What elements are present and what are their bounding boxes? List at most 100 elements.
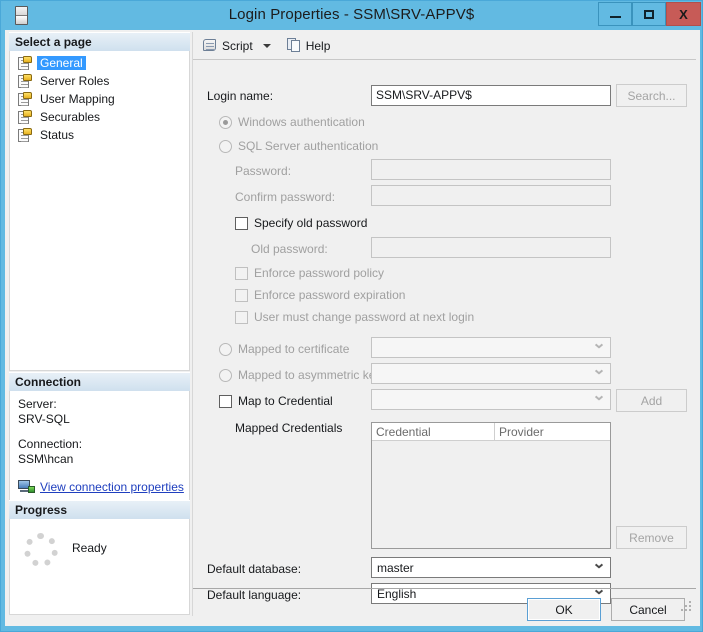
old-password-label: Old password: xyxy=(251,242,328,256)
dialog-client-area: Select a page General Server Roles User … xyxy=(5,30,700,626)
mapped-credentials-label: Mapped Credentials xyxy=(235,421,343,435)
minimize-icon xyxy=(609,15,621,18)
must-change-password-checkbox[interactable]: User must change password at next login xyxy=(235,306,474,328)
mapped-credentials-label-row: Mapped Credentials xyxy=(235,417,342,439)
sql-authentication-radio[interactable]: SQL Server authentication xyxy=(219,135,378,157)
column-header-credential[interactable]: Credential xyxy=(372,423,495,441)
mapped-to-certificate-dropdown[interactable] xyxy=(371,337,611,358)
enforce-password-expiration-label: Enforce password expiration xyxy=(254,288,406,302)
maximize-button[interactable] xyxy=(632,2,666,26)
script-dropdown-arrow-icon[interactable] xyxy=(262,43,271,48)
page-icon xyxy=(17,109,32,125)
view-connection-properties-label: View connection properties xyxy=(40,479,184,494)
password-label-row: Password: xyxy=(235,160,291,182)
sidebar-item-label: Server Roles xyxy=(40,74,110,88)
windows-authentication-radio[interactable]: Windows authentication xyxy=(219,111,365,133)
maximize-icon xyxy=(644,9,654,19)
mapped-to-certificate-radio[interactable]: Mapped to certificate xyxy=(219,338,349,360)
help-icon xyxy=(286,38,302,53)
sidebar-item-label: User Mapping xyxy=(40,92,115,106)
title-bar: Login Properties - SSM\SRV-APPV$ X xyxy=(1,1,702,30)
sidebar-item-securables[interactable]: Securables xyxy=(10,108,189,126)
login-name-input[interactable]: SSM\SRV-APPV$ xyxy=(371,85,611,106)
confirm-password-input[interactable] xyxy=(371,185,611,206)
window-title: Login Properties - SSM\SRV-APPV$ xyxy=(228,6,475,23)
close-button[interactable]: X xyxy=(666,2,701,26)
general-form: Login name: SSM\SRV-APPV$ Search... Wind… xyxy=(193,60,696,604)
column-header-provider[interactable]: Provider xyxy=(495,423,610,441)
connection-value: SSM\hcan xyxy=(18,452,74,466)
right-pane: Script Help Login name: SSM\SRV-APPV$ Se… xyxy=(192,32,696,621)
cancel-button[interactable]: Cancel xyxy=(611,598,685,621)
login-name-label: Login name: xyxy=(207,89,274,103)
default-database-label-row: Default database: xyxy=(207,558,301,580)
ok-button[interactable]: OK xyxy=(527,598,601,621)
help-label: Help xyxy=(305,38,331,53)
checkbox-icon xyxy=(235,266,248,280)
mapped-to-certificate-label: Mapped to certificate xyxy=(238,342,350,356)
mapped-to-asymmetric-key-dropdown[interactable] xyxy=(371,363,611,384)
map-to-credential-label: Map to Credential xyxy=(238,394,333,408)
radio-icon xyxy=(219,139,232,153)
page-icon xyxy=(17,55,32,71)
login-properties-window: Login Properties - SSM\SRV-APPV$ X Selec… xyxy=(0,0,703,632)
progress-panel: Progress Ready xyxy=(9,500,190,615)
server-value: SRV-SQL xyxy=(18,412,70,426)
select-page-header: Select a page xyxy=(9,32,190,51)
sidebar-item-status[interactable]: Status xyxy=(10,126,189,144)
must-change-password-label: User must change password at next login xyxy=(254,310,475,324)
checkbox-icon xyxy=(219,394,232,408)
search-button[interactable]: Search... xyxy=(616,84,687,107)
server-label: Server: xyxy=(18,397,57,411)
page-icon xyxy=(17,73,32,89)
login-name-label-row: Login name: xyxy=(207,85,273,107)
add-button[interactable]: Add xyxy=(616,389,687,412)
connection-body: Server: SRV-SQL Connection: SSM\hcan Vie… xyxy=(9,391,190,505)
view-connection-properties-link[interactable]: View connection properties xyxy=(18,479,189,494)
mapped-to-asymmetric-key-label: Mapped to asymmetric key xyxy=(238,368,382,382)
page-icon xyxy=(17,127,32,143)
checkbox-icon xyxy=(235,288,248,302)
default-database-value: master xyxy=(377,560,414,575)
mapped-to-asymmetric-key-radio[interactable]: Mapped to asymmetric key xyxy=(219,364,381,386)
specify-old-password-checkbox[interactable]: Specify old password xyxy=(235,212,367,234)
enforce-password-policy-label: Enforce password policy xyxy=(254,266,385,280)
resize-grip[interactable] xyxy=(681,601,693,613)
old-password-input[interactable] xyxy=(371,237,611,258)
page-list: General Server Roles User Mapping Secura… xyxy=(9,51,190,371)
connection-panel: Connection Server: SRV-SQL Connection: S… xyxy=(9,372,190,505)
chevron-down-icon xyxy=(595,565,602,569)
windows-authentication-label: Windows authentication xyxy=(238,115,365,129)
sidebar-item-general[interactable]: General xyxy=(10,54,189,72)
minimize-button[interactable] xyxy=(598,2,632,26)
checkbox-icon xyxy=(235,310,248,324)
enforce-password-policy-checkbox[interactable]: Enforce password policy xyxy=(235,262,384,284)
left-pane: Select a page General Server Roles User … xyxy=(9,32,190,616)
script-label: Script xyxy=(222,38,253,53)
help-button[interactable]: Help xyxy=(282,35,336,57)
progress-status: Ready xyxy=(72,541,107,555)
specify-old-password-label: Specify old password xyxy=(254,216,368,230)
mapped-credentials-grid[interactable]: Credential Provider xyxy=(371,422,611,549)
chevron-down-icon xyxy=(595,371,602,375)
radio-icon xyxy=(219,342,232,356)
sidebar-item-label: General xyxy=(37,56,86,70)
connection-header: Connection xyxy=(9,372,190,391)
script-button[interactable]: Script xyxy=(197,35,258,57)
password-input[interactable] xyxy=(371,159,611,180)
password-label: Password: xyxy=(235,164,292,178)
enforce-password-expiration-checkbox[interactable]: Enforce password expiration xyxy=(235,284,405,306)
grid-header-row: Credential Provider xyxy=(372,423,610,441)
remove-button[interactable]: Remove xyxy=(616,526,687,549)
confirm-password-label-row: Confirm password: xyxy=(235,186,335,208)
old-password-label-row: Old password: xyxy=(251,238,328,260)
map-to-credential-dropdown[interactable] xyxy=(371,389,611,410)
default-database-dropdown[interactable]: master xyxy=(371,557,611,578)
chevron-down-icon xyxy=(595,397,602,401)
sidebar-item-user-mapping[interactable]: User Mapping xyxy=(10,90,189,108)
sidebar-item-server-roles[interactable]: Server Roles xyxy=(10,72,189,90)
script-icon xyxy=(202,38,218,53)
sidebar-item-label: Securables xyxy=(40,110,101,124)
map-to-credential-checkbox[interactable]: Map to Credential xyxy=(219,390,333,412)
radio-icon xyxy=(219,115,232,129)
